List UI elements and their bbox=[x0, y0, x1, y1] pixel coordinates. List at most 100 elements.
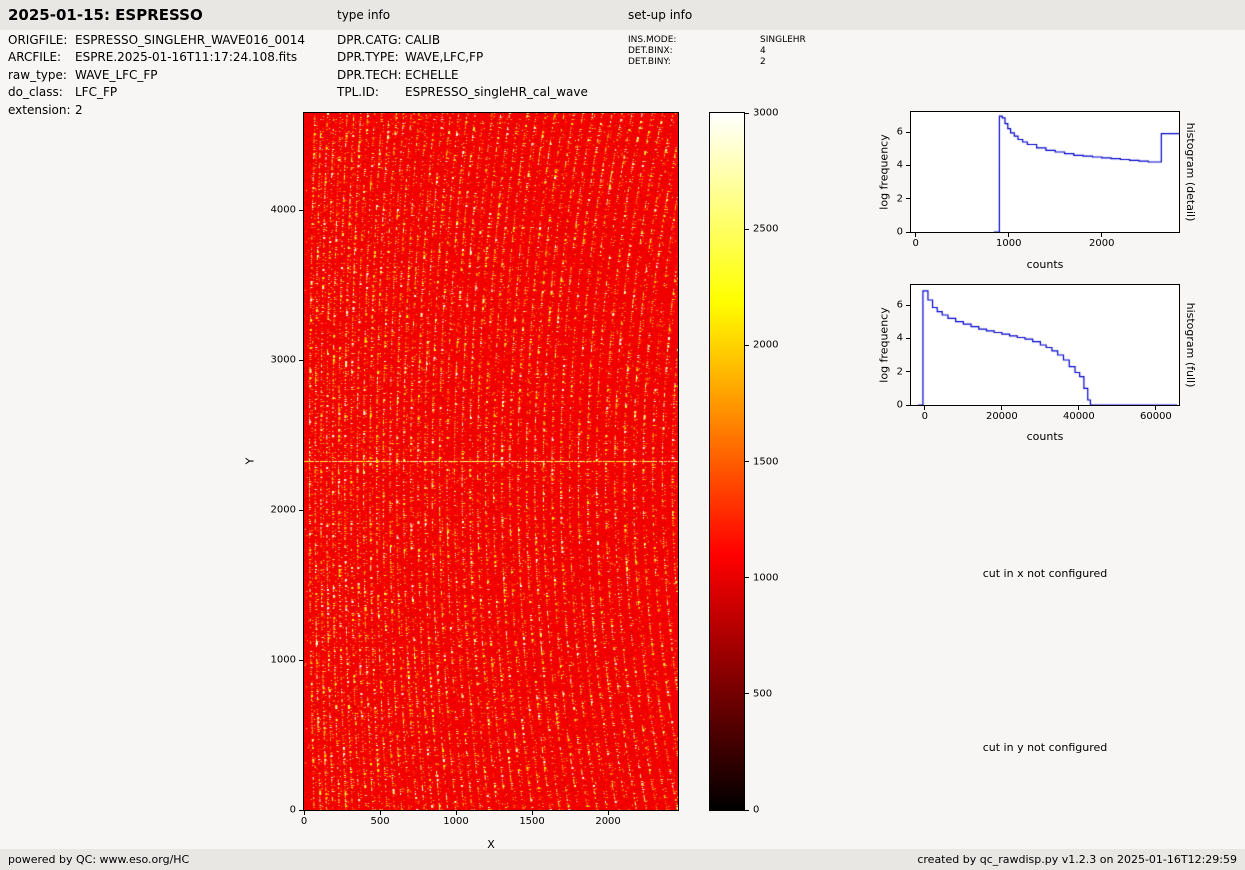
y-tick-label: 0 bbox=[896, 399, 903, 411]
colorbar-tick-label: 2500 bbox=[753, 223, 779, 235]
raw-frame-heatmap bbox=[303, 112, 679, 811]
y-tick-mark bbox=[906, 231, 910, 233]
field-label: DPR.TECH: bbox=[337, 67, 402, 82]
field-value: LFC_FP bbox=[75, 85, 118, 100]
field-label: DPR.TYPE: bbox=[337, 50, 399, 65]
y-tick-mark bbox=[906, 164, 910, 166]
y-tick-mark bbox=[299, 209, 303, 211]
x-tick-label: 2000 bbox=[595, 816, 621, 827]
meta-row: ORIGFILE: ESPRESSO_SINGLEHR_WAVE016_0014 bbox=[8, 33, 305, 50]
meta-row: DPR.TECH: ECHELLE bbox=[337, 68, 588, 85]
hist-full-x-axis-label: counts bbox=[1026, 430, 1064, 443]
y-tick-label: 4 bbox=[896, 159, 903, 171]
colorbar-tick-mark bbox=[745, 693, 749, 695]
colorbar-tick-label: 3000 bbox=[753, 107, 779, 119]
meta-row: DPR.CATG: CALIB bbox=[337, 33, 588, 50]
meta-row: do_class: LFC_FP bbox=[8, 85, 305, 102]
colorbar-tick-mark bbox=[745, 461, 749, 462]
y-tick-label: 2 bbox=[896, 366, 903, 378]
y-tick-mark bbox=[299, 509, 303, 511]
y-tick-mark bbox=[906, 198, 910, 200]
x-tick-label: 500 bbox=[370, 816, 390, 827]
colorbar-tick-label: 1500 bbox=[753, 456, 779, 467]
y-tick-mark bbox=[906, 404, 910, 406]
main-y-axis-label: Y bbox=[243, 457, 257, 465]
x-tick-mark bbox=[531, 811, 533, 815]
meta-row: raw_type: WAVE_LFC_FP bbox=[8, 68, 305, 85]
y-tick-mark bbox=[299, 359, 303, 361]
y-tick-label: 3000 bbox=[270, 354, 296, 366]
colorbar-tick-label: 1000 bbox=[753, 572, 779, 584]
page-title: 2025-01-15: ESPRESSO bbox=[8, 6, 203, 24]
field-label: DPR.CATG: bbox=[337, 33, 402, 47]
file-info-list: ORIGFILE: ESPRESSO_SINGLEHR_WAVE016_0014 A… bbox=[8, 33, 305, 120]
y-tick-label: 6 bbox=[896, 299, 903, 311]
field-label: INS.MODE: bbox=[628, 35, 677, 45]
y-tick-label: 6 bbox=[896, 126, 903, 138]
hist-full-y-axis-label: log frequency bbox=[877, 307, 891, 383]
x-tick-label: 0 bbox=[921, 411, 929, 422]
x-tick-label: 20000 bbox=[985, 411, 1018, 422]
cut-x-status-message: cut in x not configured bbox=[982, 567, 1108, 580]
meta-row: INS.MODE: SINGLEHR bbox=[628, 35, 806, 46]
x-tick-mark bbox=[1001, 406, 1003, 410]
y-tick-label: 4000 bbox=[270, 204, 296, 216]
field-value: ECHELLE bbox=[405, 67, 459, 82]
setup-info-list: INS.MODE: SINGLEHR DET.BINX: 4 DET.BINY: 2 bbox=[628, 35, 806, 67]
x-tick-mark bbox=[379, 811, 381, 815]
colorbar-tick-label: 2000 bbox=[753, 339, 779, 351]
colorbar-tick-label: 0 bbox=[753, 804, 760, 816]
x-tick-mark bbox=[915, 233, 917, 237]
colorbar-tick-mark bbox=[745, 577, 749, 579]
x-tick-mark bbox=[303, 811, 305, 815]
type-info-list: DPR.CATG: CALIB DPR.TYPE: WAVE,LFC,FP DPR.TE… bbox=[337, 33, 588, 103]
y-tick-label: 0 bbox=[896, 226, 903, 238]
meta-row: DPR.TYPE: WAVE,LFC,FP bbox=[337, 50, 588, 67]
x-tick-mark bbox=[1101, 233, 1103, 237]
y-tick-label: 2000 bbox=[270, 504, 296, 516]
cut-y-status-message: cut in y not configured bbox=[982, 741, 1108, 754]
x-tick-label: 0 bbox=[300, 816, 308, 827]
meta-row: ARCFILE: ESPRE.2025-01-16T11:17:24.108.fi… bbox=[8, 50, 305, 67]
hist-detail-x-axis-label: counts bbox=[1026, 258, 1064, 271]
histogram-full-plot bbox=[910, 284, 1180, 406]
colorbar-tick-mark bbox=[745, 344, 749, 346]
setup-info-heading: set-up info bbox=[628, 8, 693, 22]
field-label: raw_type: bbox=[8, 67, 67, 82]
field-value: 2 bbox=[760, 56, 766, 67]
field-label: TPL.ID: bbox=[337, 85, 379, 100]
x-tick-label: 0 bbox=[912, 238, 919, 249]
header-bar: 2025-01-15: ESPRESSO type info set-up in… bbox=[0, 0, 1245, 30]
footer-credit-left: powered by QC: www.eso.org/HC bbox=[8, 853, 190, 866]
type-info-heading: type info bbox=[337, 8, 391, 22]
x-tick-label: 60000 bbox=[1139, 411, 1172, 422]
meta-row: TPL.ID: ESPRESSO_singleHR_cal_wave bbox=[337, 85, 588, 102]
hist-full-title: histogram (full) bbox=[1184, 302, 1197, 388]
x-tick-mark bbox=[924, 406, 926, 410]
qc-report-page: 2025-01-15: ESPRESSO type info set-up in… bbox=[0, 0, 1245, 870]
y-tick-mark bbox=[299, 809, 303, 811]
x-tick-mark bbox=[1008, 233, 1010, 237]
y-tick-label: 1000 bbox=[270, 654, 296, 666]
y-tick-label: 0 bbox=[289, 804, 296, 816]
y-tick-mark bbox=[906, 131, 910, 133]
colorbar-tick-mark bbox=[745, 228, 749, 230]
field-value: 4 bbox=[760, 45, 766, 56]
colorbar-tick-mark bbox=[745, 809, 749, 811]
field-label: DET.BINX: bbox=[628, 45, 673, 56]
x-tick-mark bbox=[1078, 406, 1080, 410]
field-value: ESPRESSO_SINGLEHR_WAVE016_0014 bbox=[75, 33, 305, 47]
x-tick-mark bbox=[1155, 406, 1157, 410]
x-tick-label: 1000 bbox=[995, 238, 1022, 249]
x-tick-label: 2000 bbox=[1089, 238, 1115, 249]
meta-row: DET.BINX: 4 bbox=[628, 46, 806, 57]
x-tick-mark bbox=[455, 811, 457, 815]
field-value: CALIB bbox=[405, 33, 441, 47]
field-value: ESPRESSO_singleHR_cal_wave bbox=[405, 85, 588, 100]
field-label: do_class: bbox=[8, 85, 63, 100]
x-tick-label: 40000 bbox=[1062, 411, 1095, 422]
y-tick-mark bbox=[299, 659, 303, 661]
field-value: ESPRE.2025-01-16T11:17:24.108.fits bbox=[75, 50, 298, 65]
histogram-detail-plot bbox=[910, 111, 1180, 233]
meta-row: DET.BINY: 2 bbox=[628, 57, 806, 68]
